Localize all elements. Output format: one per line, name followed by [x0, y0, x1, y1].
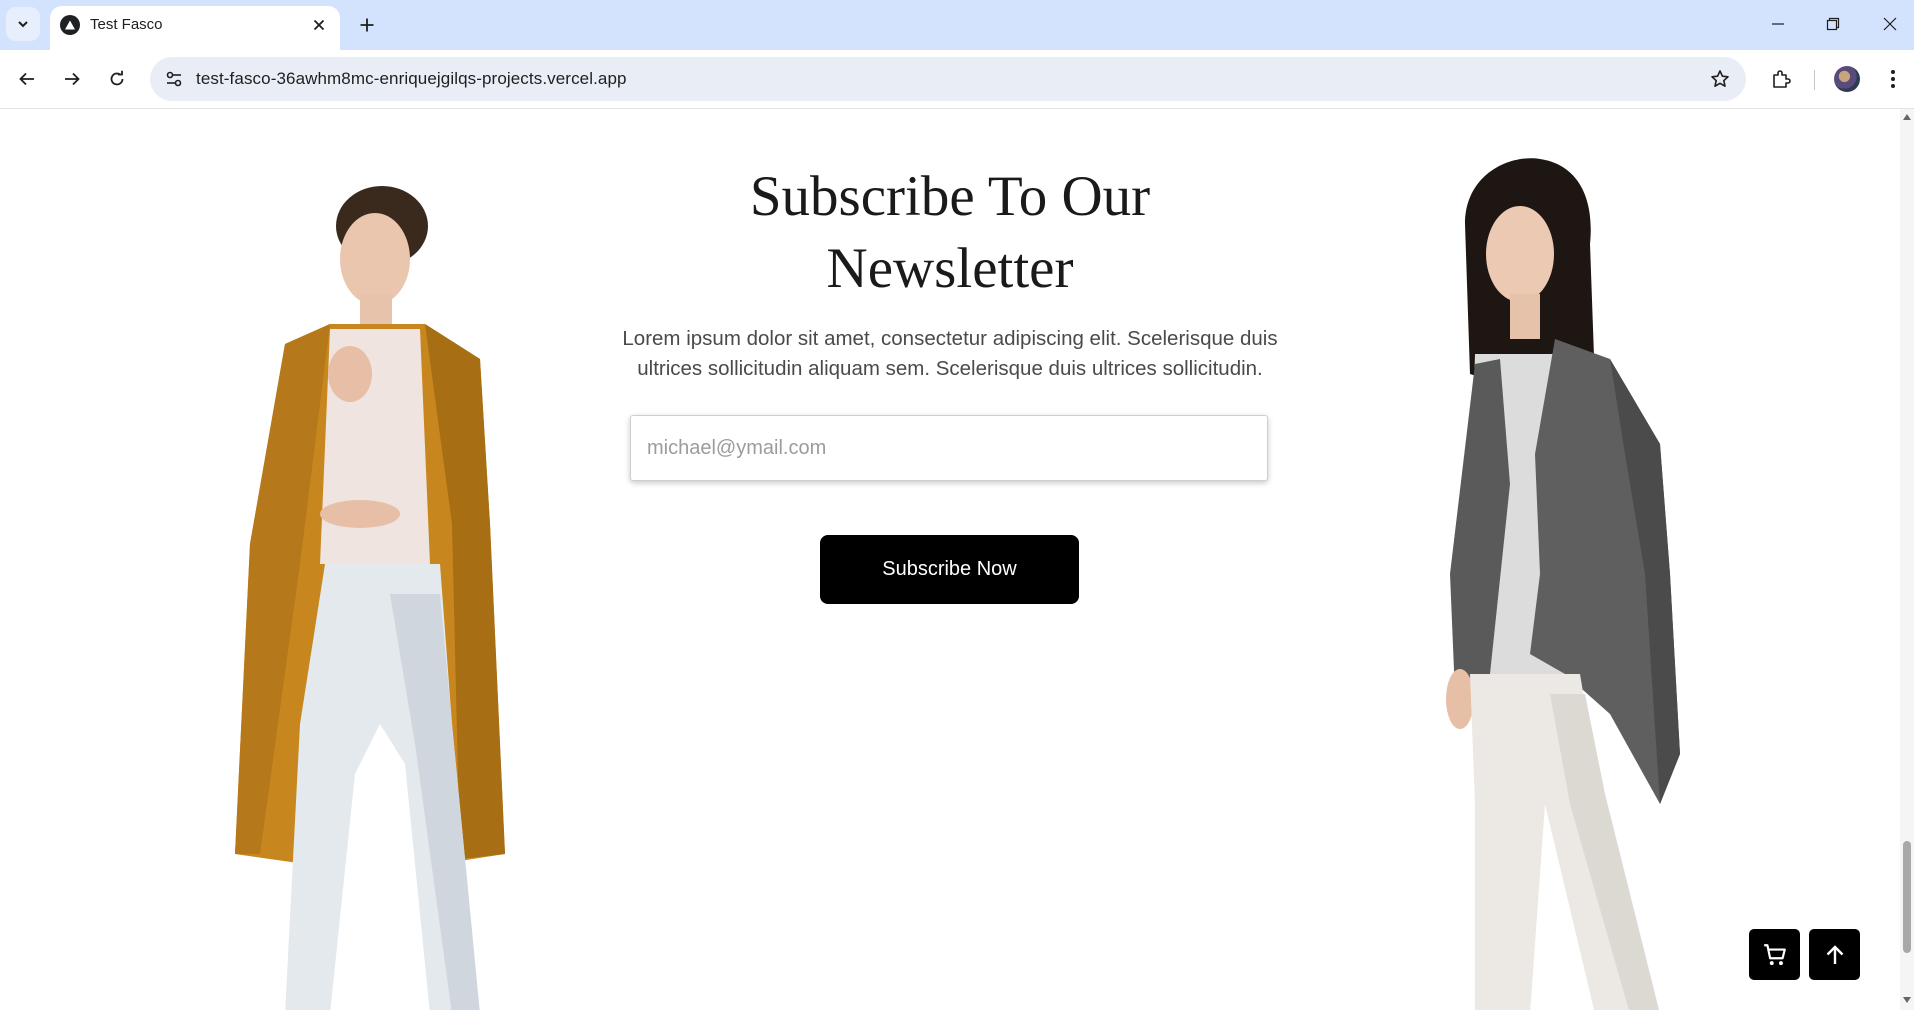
- toolbar-separator: [1814, 70, 1815, 90]
- browser-tab[interactable]: Test Fasco: [50, 6, 340, 50]
- profile-avatar[interactable]: [1834, 66, 1860, 92]
- newsletter-title-line-2: Newsletter: [826, 237, 1074, 300]
- forward-button[interactable]: [55, 62, 89, 96]
- cart-icon: [1763, 943, 1786, 965]
- more-vertical-icon: [1891, 70, 1895, 88]
- newsletter-description: Lorem ipsum dolor sit amet, consectetur …: [622, 327, 1278, 380]
- newsletter-title-line-1: Subscribe To Our: [749, 165, 1151, 228]
- scroll-up-arrow-icon[interactable]: [1903, 114, 1911, 120]
- scroll-to-top-button[interactable]: [1809, 929, 1860, 980]
- vercel-favicon-icon: [60, 15, 80, 35]
- floating-cart-button[interactable]: [1749, 929, 1800, 980]
- arrow-up-icon: [1826, 944, 1843, 964]
- minimize-button[interactable]: [1756, 8, 1800, 40]
- page-scrollbar[interactable]: [1900, 109, 1914, 1010]
- extensions-button[interactable]: [1764, 62, 1798, 96]
- minimize-icon: [1772, 23, 1784, 25]
- restore-icon: [1826, 17, 1840, 31]
- scrollbar-thumb[interactable]: [1903, 841, 1911, 953]
- arrow-right-icon: [65, 72, 80, 86]
- browser-menu-button[interactable]: [1878, 62, 1908, 96]
- browser-toolbar: test-fasco-36awhm8mc-enriquejgilqs-proje…: [0, 50, 1914, 109]
- tab-search-button[interactable]: [6, 7, 40, 41]
- scroll-down-arrow-icon[interactable]: [1903, 997, 1911, 1003]
- url-text[interactable]: test-fasco-36awhm8mc-enriquejgilqs-proje…: [196, 69, 627, 89]
- reload-button[interactable]: [100, 62, 134, 96]
- email-input[interactable]: [630, 415, 1268, 481]
- browser-tab-strip: Test Fasco: [0, 0, 1914, 50]
- back-button[interactable]: [10, 62, 44, 96]
- address-bar[interactable]: test-fasco-36awhm8mc-enriquejgilqs-proje…: [150, 57, 1746, 101]
- arrow-left-icon: [19, 72, 34, 86]
- restore-button[interactable]: [1811, 8, 1855, 40]
- model-right-image: [1446, 158, 1680, 1010]
- plus-icon: [360, 18, 374, 32]
- close-window-button[interactable]: [1868, 8, 1912, 40]
- new-tab-button[interactable]: [352, 10, 382, 40]
- page-viewport: Subscribe To Our Newsletter Lorem ipsum d…: [0, 109, 1900, 1010]
- puzzle-icon: [1773, 70, 1791, 88]
- site-info-icon[interactable]: [162, 67, 186, 91]
- reload-icon: [110, 70, 124, 86]
- subscribe-now-button[interactable]: Subscribe Now: [820, 535, 1079, 604]
- close-tab-icon[interactable]: [308, 14, 330, 36]
- bookmark-star-icon[interactable]: [1708, 67, 1732, 91]
- tab-title: Test Fasco: [90, 16, 163, 33]
- model-left-image: [235, 186, 505, 1010]
- newsletter-title: Subscribe To Our Newsletter: [600, 161, 1300, 305]
- close-icon: [1883, 17, 1897, 31]
- chevron-down-icon: [18, 21, 28, 28]
